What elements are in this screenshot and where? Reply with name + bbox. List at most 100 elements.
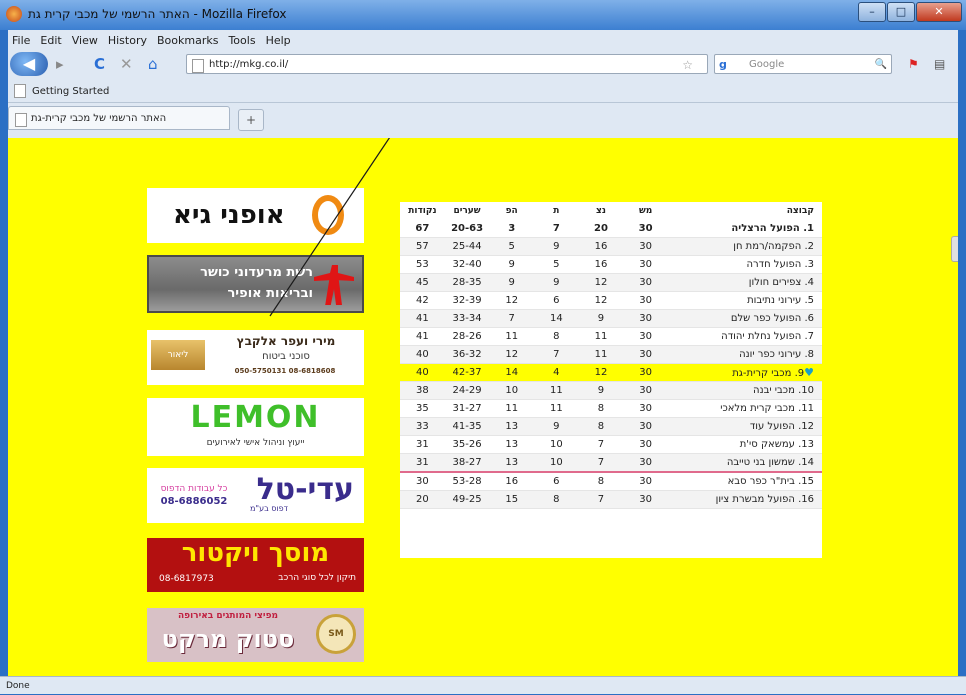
close-button[interactable]: ✕ (916, 2, 962, 22)
ad-miri-phones: 050-5750131 08-6818608 (234, 367, 336, 375)
draws-cell: 11 (534, 381, 579, 400)
team-cell[interactable]: 10. מכבי יבנה (667, 381, 822, 400)
search-go-icon[interactable]: 🔍 (875, 55, 887, 75)
header-points: נקודות (408, 206, 437, 216)
wins-cell: 9 (578, 381, 624, 400)
maximize-button[interactable]: □ (887, 2, 915, 22)
ad-victor-garage[interactable]: מוסך ויקטור 08-6817973 תיקון לכל סוגי הר… (147, 538, 364, 592)
points-cell: 31 (400, 435, 445, 454)
team-name: עמשאק סי'ת (739, 439, 795, 450)
team-cell[interactable]: 14. שמשון בני טייבה (667, 453, 822, 473)
played-cell: 30 (623, 381, 668, 400)
back-button[interactable]: ◀ (10, 52, 48, 76)
tab-active[interactable]: האתר הרשמי של מכבי קרית-גת (8, 106, 230, 130)
bookmarks-toolbar: Getting Started (8, 80, 958, 103)
played-cell: 30 (623, 309, 668, 328)
wins-cell: 12 (578, 291, 624, 310)
team-cell[interactable]: ♥9. מכבי קרית-גת (667, 363, 822, 382)
new-tab-button[interactable]: + (238, 109, 264, 131)
team-cell[interactable]: 11. מכבי קרית מלאכי (667, 399, 822, 418)
home-icon[interactable]: ⌂ (148, 56, 158, 72)
ad-victor-title: מוסך ויקטור (181, 538, 330, 568)
addon-icon[interactable]: ⚑ (908, 56, 919, 72)
team-cell[interactable]: 6. הפועל כפר שלם (667, 309, 822, 328)
header-draws: ת (553, 206, 560, 216)
ad-lemon-sub: ייעוץ וניהול אישי לאירועים (206, 438, 305, 448)
wins-cell: 7 (578, 435, 624, 454)
tab-bar: האתר הרשמי של מכבי קרית-גת + (8, 103, 958, 133)
menu-view[interactable]: View (72, 34, 98, 47)
draws-cell: 10 (534, 435, 579, 454)
ad-miri-insurance[interactable]: ליאור מירי ועפר אלקבץ סוכני ביטוח 050-57… (147, 330, 364, 385)
table-row: 10. מכבי יבנה 30 9 11 10 24-29 38 (400, 381, 822, 400)
menu-file[interactable]: File (12, 34, 30, 47)
team-cell[interactable]: 3. הפועל חדרה (667, 255, 822, 274)
ad-dital-sub: דפוס בע"מ (249, 504, 289, 513)
league-header-row: קבוצה מש נצ ת הפ שערים נקודות (400, 202, 822, 220)
points-cell: 53 (400, 255, 445, 274)
table-row: 15. בית"ר כפר סבא 30 8 6 16 53-28 30 (400, 472, 822, 491)
url-input[interactable]: http://mkg.co.il/ ☆ (186, 54, 708, 74)
search-input[interactable]: g Google 🔍 (714, 54, 892, 74)
position-label: 6. (804, 313, 814, 324)
team-cell[interactable]: 12. הפועל עוד (667, 417, 822, 436)
scrollbar-tab[interactable] (951, 236, 958, 262)
menu-history[interactable]: History (108, 34, 147, 47)
team-cell[interactable]: 2. הפקמה/רמת חן (667, 237, 822, 256)
team-cell[interactable]: 13. עמשאק סי'ת (667, 435, 822, 454)
ad-openi-guy[interactable]: אופני גיא (147, 188, 364, 243)
ad-lemon-events[interactable]: LEMON ייעוץ וניהול אישי לאירועים (147, 398, 364, 456)
menu-help[interactable]: Help (266, 34, 291, 47)
losses-cell: 12 (489, 291, 535, 310)
position-label: 13. (798, 439, 814, 450)
team-cell[interactable]: 1. הפועל הרצליה (667, 220, 822, 238)
menu-edit[interactable]: Edit (40, 34, 61, 47)
losses-cell: 12 (489, 345, 535, 364)
team-cell[interactable]: 15. בית"ר כפר סבא (667, 472, 822, 491)
wins-cell: 8 (578, 417, 624, 436)
goals-cell: 38-27 (444, 453, 490, 473)
team-cell[interactable]: 7. הפועל נחלת יהודה (667, 327, 822, 346)
played-cell: 30 (623, 417, 668, 436)
bookmark-getting-started[interactable]: Getting Started (32, 86, 109, 97)
losses-cell: 9 (489, 273, 535, 292)
goals-cell: 28-35 (444, 273, 490, 292)
wins-cell: 16 (578, 237, 624, 256)
minimize-button[interactable]: – (858, 2, 886, 22)
bookmark-star-icon[interactable]: ☆ (682, 55, 693, 75)
menu-bookmarks[interactable]: Bookmarks (157, 34, 218, 47)
played-cell: 30 (623, 220, 668, 238)
team-cell[interactable]: 16. הפועל מבשרת ציון (667, 490, 822, 509)
points-cell: 31 (400, 453, 445, 473)
ad-dital-line1: כל עבודות הדפוס (160, 484, 228, 494)
losses-cell: 9 (489, 255, 535, 274)
team-name: מכבי יבנה (753, 385, 795, 396)
ad-stock-market[interactable]: מפיצי המותגים באירופה סטוק מרקט SM (147, 608, 364, 662)
menu-tools[interactable]: Tools (228, 34, 255, 47)
losses-cell: 13 (489, 453, 535, 473)
points-cell: 45 (400, 273, 445, 292)
goals-cell: 35-26 (444, 435, 490, 454)
firefox-icon (6, 6, 22, 22)
search-placeholder: Google (749, 59, 785, 70)
table-row: 8. עירוני כפר יונה 30 11 7 12 36-32 40 (400, 345, 822, 364)
extra-toolbar-icon[interactable]: ▤ (934, 56, 945, 72)
lior-logo: ליאור (151, 340, 205, 370)
ad-ofir-fitness[interactable]: רשת מרעדוני כושר ובריאות אופיר (147, 255, 364, 313)
stop-icon[interactable]: ✕ (120, 56, 133, 72)
team-cell[interactable]: 5. עירוני נתיבות (667, 291, 822, 310)
forward-dropdown-icon[interactable]: ▸ (56, 56, 64, 72)
goals-cell: 32-39 (444, 291, 490, 310)
played-cell: 30 (623, 345, 668, 364)
position-label: 14. (798, 457, 814, 468)
table-row: 1. הפועל הרצליה 30 20 7 3 20-63 67 (400, 220, 822, 238)
ad-dital-print[interactable]: עדי-טל כל עבודות הדפוס 08-6886052 דפוס ב… (147, 468, 364, 523)
played-cell: 30 (623, 363, 668, 382)
played-cell: 30 (623, 399, 668, 418)
team-cell[interactable]: 8. עירוני כפר יונה (667, 345, 822, 364)
team-cell[interactable]: 4. צפירים חולון (667, 273, 822, 292)
reload-icon[interactable]: C (94, 56, 105, 72)
draws-cell: 8 (534, 490, 579, 509)
league-table: קבוצה מש נצ ת הפ שערים נקודות 1. הפועל ה… (400, 202, 822, 558)
draws-cell: 9 (534, 417, 579, 436)
